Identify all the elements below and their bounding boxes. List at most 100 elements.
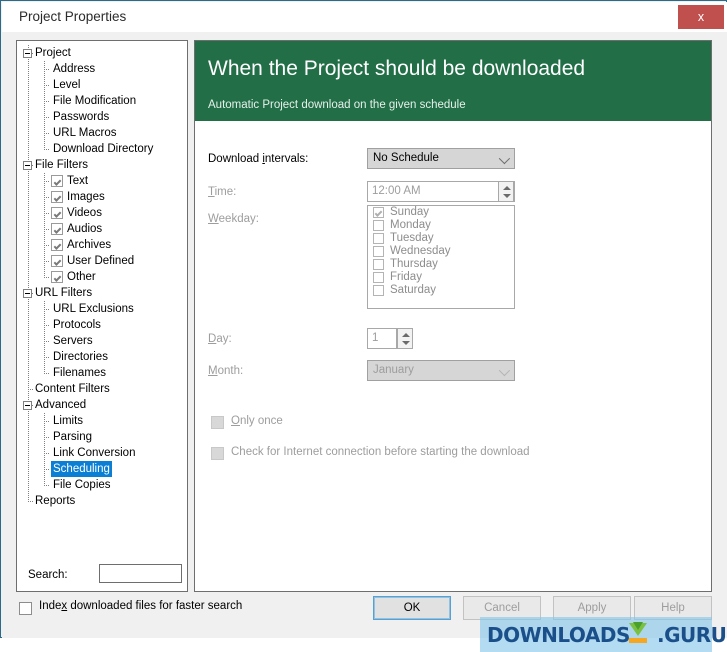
- tree-item-file-filters[interactable]: File Filters: [17, 157, 187, 173]
- tree-item-text[interactable]: Text: [17, 173, 187, 189]
- tree-item-checkbox[interactable]: [51, 223, 63, 235]
- arrow-up-icon: [503, 186, 511, 190]
- tree-item-label: Link Conversion: [53, 447, 136, 459]
- tree-item-filenames[interactable]: Filenames: [17, 365, 187, 381]
- client-area: Project Address Level File Modification Pass…: [2, 32, 727, 652]
- time-value: 12:00 AM: [372, 185, 421, 197]
- tree-item-label: Project: [35, 47, 71, 59]
- settings-tree[interactable]: Project Address Level File Modification Pass…: [17, 45, 187, 560]
- weekday-option-checkbox[interactable]: [373, 220, 384, 231]
- tree-item-label: Limits: [53, 415, 84, 427]
- tree-item-advanced[interactable]: Advanced: [17, 397, 187, 413]
- weekday-option-sunday[interactable]: Sunday: [368, 206, 514, 219]
- ok-button[interactable]: OK: [373, 596, 451, 620]
- time-field[interactable]: 12:00 AM: [367, 181, 515, 202]
- tree-item-checkbox[interactable]: [51, 255, 63, 267]
- tree-item-label: Level: [53, 79, 81, 91]
- tree-item-limits[interactable]: Limits: [17, 413, 187, 429]
- tree-item-label: User Defined: [67, 255, 135, 267]
- month-select[interactable]: January: [367, 360, 515, 381]
- tree-item-reports[interactable]: Reports: [17, 493, 187, 509]
- tree-item-download-directory[interactable]: Download Directory: [17, 141, 187, 157]
- tree-item-images[interactable]: Images: [17, 189, 187, 205]
- tree-item-checkbox[interactable]: [51, 207, 63, 219]
- tree-item-directories[interactable]: Directories: [17, 349, 187, 365]
- tree-item-passwords[interactable]: Passwords: [17, 109, 187, 125]
- page-subtitle: Automatic Project download on the given …: [208, 99, 466, 111]
- tree-item-label: Directories: [53, 351, 108, 363]
- weekday-option-wednesday[interactable]: Wednesday: [368, 245, 514, 258]
- weekday-listbox[interactable]: Sunday Monday Tuesday Wednesday Thursday Frid…: [367, 205, 515, 309]
- project-properties-window: Project Properties x Project Address Level…: [0, 0, 727, 652]
- tree-item-audios[interactable]: Audios: [17, 221, 187, 237]
- weekday-option-checkbox[interactable]: [373, 285, 384, 296]
- weekday-option-checkbox[interactable]: [373, 272, 384, 283]
- weekday-option-checkbox[interactable]: [373, 246, 384, 257]
- tree-item-url-macros[interactable]: URL Macros: [17, 125, 187, 141]
- weekday-label: Weekday:: [208, 213, 259, 225]
- tree-item-archives[interactable]: Archives: [17, 237, 187, 253]
- title-bar: Project Properties x: [2, 2, 727, 33]
- weekday-option-saturday[interactable]: Saturday: [368, 284, 514, 297]
- weekday-option-monday[interactable]: Monday: [368, 219, 514, 232]
- month-label: Month:: [208, 365, 244, 377]
- tree-item-user-defined[interactable]: User Defined: [17, 253, 187, 269]
- tree-item-url-filters[interactable]: URL Filters: [17, 285, 187, 301]
- tree-item-servers[interactable]: Servers: [17, 333, 187, 349]
- tree-item-file-modification[interactable]: File Modification: [17, 93, 187, 109]
- weekday-option-thursday[interactable]: Thursday: [368, 258, 514, 271]
- tree-item-videos[interactable]: Videos: [17, 205, 187, 221]
- weekday-option-label: Friday: [390, 271, 422, 283]
- tree-item-scheduling[interactable]: Scheduling: [17, 461, 187, 477]
- index-files-label: Index downloaded files for faster search: [39, 600, 243, 612]
- tree-expander-minus-icon[interactable]: [23, 401, 32, 410]
- check-internet-checkbox[interactable]: [211, 447, 224, 460]
- day-field[interactable]: 1: [367, 328, 397, 349]
- time-stepper[interactable]: [498, 181, 514, 202]
- day-value: 1: [372, 332, 379, 344]
- cancel-button[interactable]: Cancel: [463, 596, 541, 620]
- tree-item-checkbox[interactable]: [51, 239, 63, 251]
- tree-item-checkbox[interactable]: [51, 271, 63, 283]
- tree-item-label: File Copies: [53, 479, 111, 491]
- tree-item-parsing[interactable]: Parsing: [17, 429, 187, 445]
- tree-item-project[interactable]: Project: [17, 45, 187, 61]
- apply-button[interactable]: Apply: [553, 596, 631, 620]
- tree-item-label: Text: [67, 175, 89, 187]
- weekday-option-checkbox[interactable]: [373, 259, 384, 270]
- only-once-label: Only once: [231, 415, 283, 427]
- tree-item-label: Passwords: [53, 111, 110, 123]
- tree-item-other[interactable]: Other: [17, 269, 187, 285]
- tree-item-label: Download Directory: [53, 143, 154, 155]
- weekday-option-checkbox[interactable]: [373, 233, 384, 244]
- tree-expander-minus-icon[interactable]: [23, 289, 32, 298]
- tree-item-url-exclusions[interactable]: URL Exclusions: [17, 301, 187, 317]
- tree-item-label: Audios: [67, 223, 103, 235]
- download-intervals-select[interactable]: No Schedule: [367, 148, 515, 169]
- check-internet-label: Check for Internet connection before sta…: [231, 446, 530, 458]
- weekday-option-friday[interactable]: Friday: [368, 271, 514, 284]
- tree-item-label: Advanced: [35, 399, 87, 411]
- weekday-option-checkbox[interactable]: [373, 207, 384, 218]
- tree-search-row: Search:: [17, 561, 187, 591]
- tree-item-link-conversion[interactable]: Link Conversion: [17, 445, 187, 461]
- arrow-down-icon: [503, 194, 511, 198]
- tree-item-file-copies[interactable]: File Copies: [17, 477, 187, 493]
- day-stepper[interactable]: [397, 328, 413, 349]
- tree-expander-minus-icon[interactable]: [23, 161, 32, 170]
- tree-item-address[interactable]: Address: [17, 61, 187, 77]
- tree-item-protocols[interactable]: Protocols: [17, 317, 187, 333]
- tree-item-level[interactable]: Level: [17, 77, 187, 93]
- chevron-down-icon: [498, 364, 511, 377]
- window-title: Project Properties: [19, 9, 127, 24]
- only-once-checkbox[interactable]: [211, 416, 224, 429]
- index-files-checkbox[interactable]: [19, 602, 32, 615]
- help-button[interactable]: Help: [634, 596, 712, 620]
- weekday-option-tuesday[interactable]: Tuesday: [368, 232, 514, 245]
- tree-item-content-filters[interactable]: Content Filters: [17, 381, 187, 397]
- search-input[interactable]: [99, 564, 182, 583]
- tree-item-checkbox[interactable]: [51, 191, 63, 203]
- tree-expander-minus-icon[interactable]: [23, 49, 32, 58]
- close-icon[interactable]: x: [678, 5, 724, 29]
- tree-item-checkbox[interactable]: [51, 175, 63, 187]
